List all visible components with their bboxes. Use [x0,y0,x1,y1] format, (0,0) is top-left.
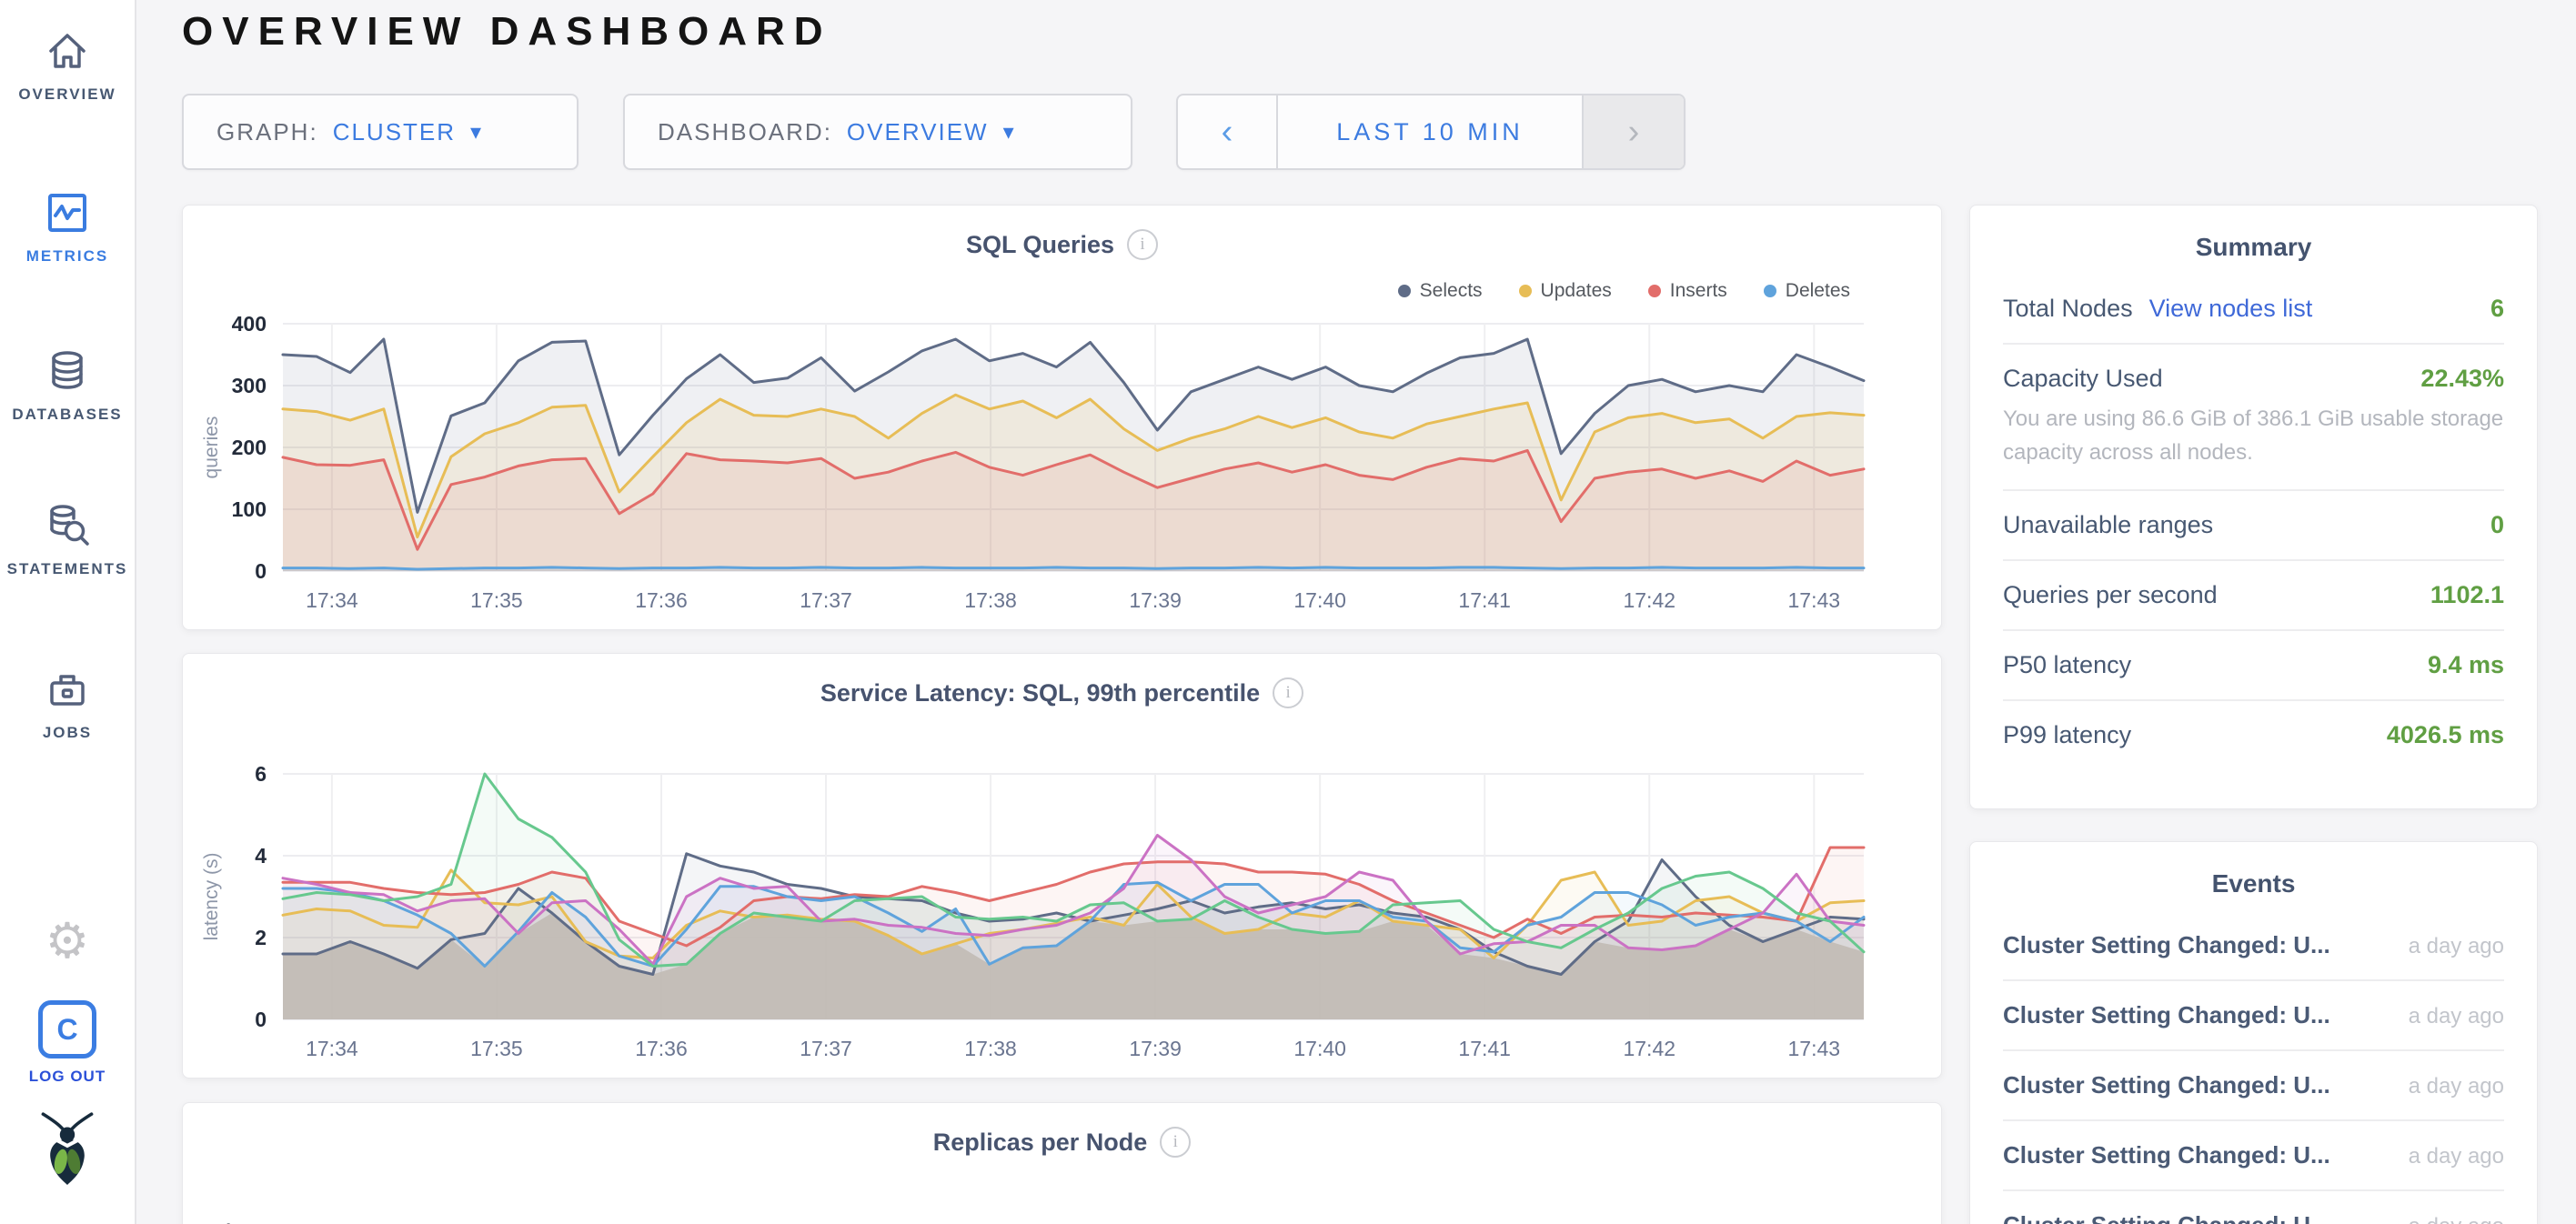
svg-text:0: 0 [255,1008,267,1031]
sidebar-item-overview[interactable]: OVERVIEW [0,27,135,104]
sql-queries-chart: 0 100 200 300 400 17:34 17:35 17:36 17:37 17:38 17… [183,206,1942,630]
cockroachdb-logo-icon [0,1108,135,1190]
event-row[interactable]: Cluster Setting Changed: U... a day ago [2003,981,2504,1051]
sidebar-item-metrics[interactable]: METRICS [0,189,135,266]
graph-dropdown[interactable]: GRAPH: CLUSTER ▾ [182,94,579,170]
sidebar-item-label: JOBS [0,724,135,742]
sidebar-item-label: STATEMENTS [0,560,135,578]
svg-text:17:34: 17:34 [306,1037,358,1060]
svg-text:6: 6 [255,762,267,786]
sidebar-item-statements[interactable]: STATEMENTS [0,502,135,578]
summary-panel: Summary Total NodesView nodes list 6 Cap… [1969,205,2538,809]
summary-row-qps: Queries per second 1102.1 [2003,561,2504,631]
svg-text:2: 2 [255,926,267,949]
time-back-button[interactable]: ‹ [1178,95,1278,168]
svg-text:200: 200 [232,436,267,459]
graph-dropdown-value: CLUSTER [333,118,456,146]
total-nodes-value: 6 [2490,295,2504,323]
graph-dropdown-label: GRAPH: [216,118,318,146]
sidebar-item-label: METRICS [0,247,135,266]
svg-text:queries: queries [201,416,222,479]
svg-text:17:42: 17:42 [1623,1037,1675,1060]
view-nodes-list-link[interactable]: View nodes list [2149,295,2313,322]
event-row[interactable]: Cluster Setting Changed: U... a day ago [2003,1121,2504,1191]
time-range-label[interactable]: LAST 10 MIN [1278,95,1582,168]
svg-text:17:34: 17:34 [306,588,358,612]
logout-button[interactable]: C LOG OUT [0,1000,135,1086]
briefcase-icon [0,666,135,713]
events-panel: Events Cluster Setting Changed: U... a d… [1969,841,2538,1224]
svg-text:17:41: 17:41 [1458,1037,1511,1060]
database-icon [0,347,135,395]
dashboard-dropdown-label: DASHBOARD: [658,118,832,146]
metrics-icon [0,189,135,236]
svg-text:100: 100 [232,497,267,521]
svg-text:17:37: 17:37 [800,1037,852,1060]
summary-row-unavailable: Unavailable ranges 0 [2003,491,2504,561]
logout-icon: C [38,1000,96,1058]
svg-text:17:36: 17:36 [635,1037,688,1060]
replicas-per-node-chart [183,1103,1942,1224]
svg-text:17:38: 17:38 [964,1037,1017,1060]
svg-text:0: 0 [255,559,267,583]
summary-title: Summary [1970,206,2537,267]
svg-text:17:39: 17:39 [1129,588,1182,612]
unavailable-value: 0 [2490,511,2504,539]
sidebar-item-databases[interactable]: DATABASES [0,347,135,424]
sql-queries-panel: SQL Queries i Selects Updates Inserts De… [182,205,1942,630]
svg-text:17:42: 17:42 [1623,588,1675,612]
svg-text:17:36: 17:36 [635,588,688,612]
event-row[interactable]: Cluster Setting Changed: U... a day ago [2003,1051,2504,1121]
svg-text:17:40: 17:40 [1293,588,1346,612]
capacity-description: You are using 86.6 GiB of 386.1 GiB usab… [2003,402,2504,469]
chevron-right-icon: › [1628,113,1640,152]
svg-text:17:41: 17:41 [1458,588,1511,612]
replicas-per-node-panel: Replicas per Node i 1.6k [182,1102,1942,1224]
sidebar: OVERVIEW METRICS DATABASES [0,0,136,1224]
svg-text:4: 4 [255,844,267,868]
logout-label: LOG OUT [0,1068,135,1086]
svg-text:300: 300 [232,374,267,397]
sidebar-item-jobs[interactable]: JOBS [0,666,135,742]
home-icon [0,27,135,75]
dashboard-dropdown-value: OVERVIEW [847,118,989,146]
summary-row-capacity: Capacity Used 22.43% You are using 86.6 … [2003,345,2504,491]
p99-value: 4026.5 ms [2387,721,2504,749]
gear-icon[interactable]: ⚙ [0,917,135,966]
svg-text:17:38: 17:38 [964,588,1017,612]
sidebar-item-label: DATABASES [0,406,135,424]
svg-text:17:39: 17:39 [1129,1037,1182,1060]
svg-text:400: 400 [232,312,267,336]
chevron-left-icon: ‹ [1222,113,1233,152]
svg-text:17:37: 17:37 [800,588,852,612]
time-forward-button[interactable]: › [1582,95,1684,168]
summary-row-p50: P50 latency 9.4 ms [2003,631,2504,701]
sidebar-item-label: OVERVIEW [0,85,135,104]
service-latency-chart: 0 2 4 6 17:34 17:35 17:36 17:37 17:38 17:39 17:40 1… [183,654,1942,1079]
dashboard-dropdown[interactable]: DASHBOARD: OVERVIEW ▾ [623,94,1132,170]
p50-value: 9.4 ms [2428,651,2504,679]
qps-value: 1102.1 [2430,581,2504,609]
events-title: Events [1970,842,2537,904]
time-range-selector: ‹ LAST 10 MIN › [1176,94,1685,170]
svg-text:17:40: 17:40 [1293,1037,1346,1060]
svg-text:17:43: 17:43 [1788,588,1841,612]
svg-text:17:43: 17:43 [1788,1037,1841,1060]
capacity-value: 22.43% [2420,365,2504,393]
svg-text:17:35: 17:35 [470,1037,523,1060]
page-title: OVERVIEW DASHBOARD [182,9,832,55]
event-row[interactable]: Cluster Setting Changed: U... a day ago [2003,1191,2504,1224]
service-latency-panel: Service Latency: SQL, 99th percentile i … [182,653,1942,1079]
summary-row-total-nodes: Total NodesView nodes list 6 [2003,275,2504,345]
summary-row-p99: P99 latency 4026.5 ms [2003,701,2504,769]
chevron-down-icon: ▾ [1003,119,1014,145]
chevron-down-icon: ▾ [470,119,481,145]
app-root: OVERVIEW METRICS DATABASES [0,0,2576,1224]
statements-icon [0,502,135,549]
svg-text:17:35: 17:35 [470,588,523,612]
event-row[interactable]: Cluster Setting Changed: U... a day ago [2003,911,2504,981]
svg-text:latency (s): latency (s) [201,853,222,941]
